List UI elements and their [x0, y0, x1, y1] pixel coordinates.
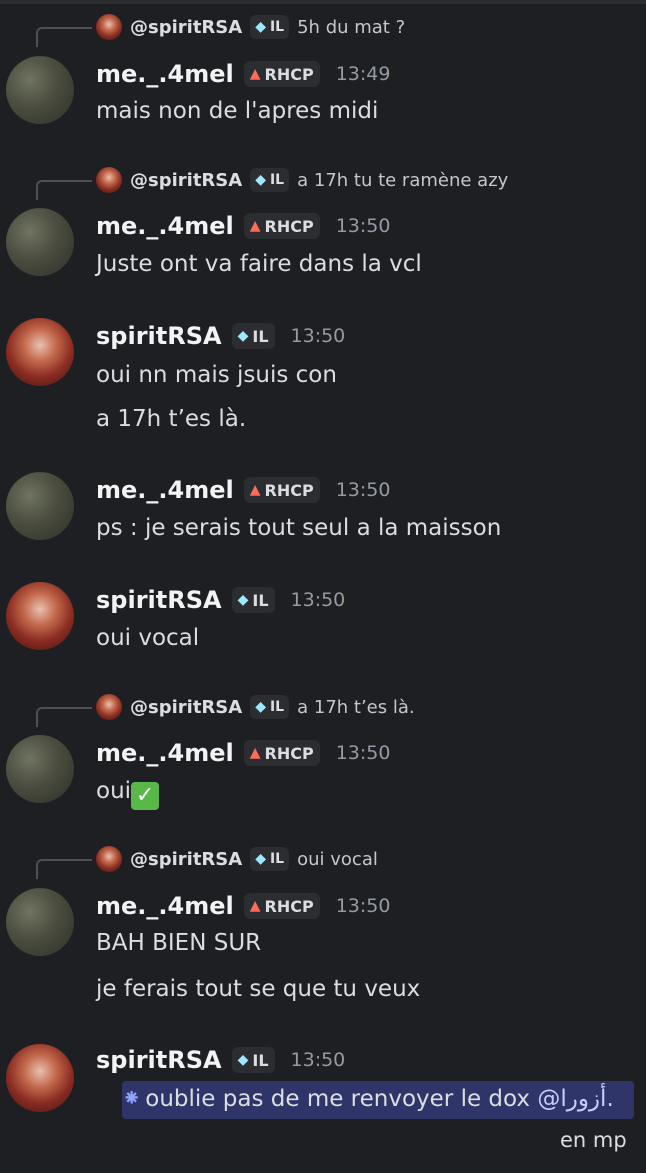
role-tag[interactable]: ▲ RHCP	[243, 61, 320, 87]
reply-avatar	[96, 846, 122, 872]
timestamp: 13:50	[335, 742, 391, 764]
avatar[interactable]	[6, 888, 74, 956]
username[interactable]: spiritRSA	[96, 1046, 222, 1074]
reply-text: 5h du mat ?	[297, 16, 406, 38]
reply-author[interactable]: @spiritRSA	[130, 17, 242, 38]
role-tag[interactable]: ▲ RHCP	[243, 893, 320, 919]
message-header: me._.4mel ▲ RHCP 13:50	[96, 739, 390, 767]
username[interactable]: spiritRSA	[96, 586, 222, 614]
reply-text: a 17h tu te ramène azy	[297, 169, 509, 191]
reply-role-tag: ◆ IL	[250, 695, 290, 719]
flame-icon: ▲	[249, 482, 261, 498]
gem-icon: ◆	[255, 851, 266, 867]
timestamp: 13:50	[335, 215, 391, 237]
message-text: oui vocal	[96, 625, 200, 651]
message-text: oui nn mais jsuis con	[96, 362, 337, 388]
gem-icon: ◆	[255, 19, 266, 35]
reply-connector	[36, 180, 92, 200]
flame-icon: ▲	[249, 898, 261, 914]
gem-icon: ◆	[237, 592, 249, 608]
timestamp: 13:50	[290, 325, 346, 347]
message-text: Juste ont va faire dans la vcl	[96, 251, 422, 277]
reply-role-tag: ◆ IL	[250, 847, 290, 871]
reply-role-tag: ◆ IL	[250, 15, 290, 39]
reply-text: a 17h t’es là.	[297, 696, 415, 718]
message-text: BAH BIEN SUR	[96, 930, 262, 956]
gem-icon: ◆	[237, 328, 249, 344]
timestamp: 13:50	[335, 895, 391, 917]
message-header: me._.4mel ▲ RHCP 13:49	[96, 60, 390, 88]
username[interactable]: me._.4mel	[96, 892, 234, 920]
reply-connector	[36, 27, 92, 47]
reply-preview[interactable]: @spiritRSA ◆ IL oui vocal	[96, 844, 378, 874]
top-edge	[0, 0, 646, 4]
flame-icon: ▲	[249, 218, 261, 234]
username[interactable]: me._.4mel	[96, 476, 234, 504]
message-text: en mp	[560, 1128, 627, 1152]
username[interactable]: spiritRSA	[96, 322, 222, 350]
message-header: me._.4mel ▲ RHCP 13:50	[96, 476, 390, 504]
gem-icon: ◆	[255, 172, 266, 188]
message-text: oui ✓	[96, 778, 160, 810]
message-text: a 17h t’es là.	[96, 406, 247, 432]
role-tag[interactable]: ▲ RHCP	[243, 740, 320, 766]
gem-icon: ◆	[237, 1052, 249, 1068]
username[interactable]: me._.4mel	[96, 739, 234, 767]
reply-connector	[36, 707, 92, 727]
check-emoji-icon: ✓	[131, 782, 160, 810]
avatar[interactable]	[6, 318, 74, 386]
reply-author[interactable]: @spiritRSA	[130, 849, 242, 870]
message-header: me._.4mel ▲ RHCP 13:50	[96, 212, 390, 240]
reply-connector	[36, 859, 92, 879]
message-header: spiritRSA ◆ IL 13:50	[96, 322, 345, 350]
asterisk-icon: ⁕	[122, 1086, 142, 1112]
avatar[interactable]	[6, 735, 74, 803]
reply-avatar	[96, 167, 122, 193]
role-tag[interactable]: ▲ RHCP	[243, 477, 320, 503]
message-header: me._.4mel ▲ RHCP 13:50	[96, 892, 390, 920]
flame-icon: ▲	[249, 66, 261, 82]
role-tag[interactable]: ◆ IL	[231, 1047, 275, 1073]
role-tag[interactable]: ▲ RHCP	[243, 213, 320, 239]
avatar[interactable]	[6, 1044, 74, 1112]
avatar[interactable]	[6, 208, 74, 276]
user-mention[interactable]: @أزورا.	[537, 1086, 613, 1112]
message-text: ⁕ oublie pas de me renvoyer le dox @أزورا…	[122, 1086, 614, 1112]
message-text: mais non de l'apres midi	[96, 98, 379, 124]
role-tag[interactable]: ◆ IL	[231, 587, 275, 613]
username[interactable]: me._.4mel	[96, 60, 234, 88]
reply-avatar	[96, 694, 122, 720]
reply-preview[interactable]: @spiritRSA ◆ IL a 17h tu te ramène azy	[96, 165, 508, 195]
gem-icon: ◆	[255, 699, 266, 715]
reply-role-tag: ◆ IL	[250, 168, 290, 192]
reply-avatar	[96, 14, 122, 40]
timestamp: 13:50	[290, 589, 346, 611]
reply-author[interactable]: @spiritRSA	[130, 170, 242, 191]
avatar[interactable]	[6, 472, 74, 540]
timestamp: 13:50	[335, 479, 391, 501]
role-tag[interactable]: ◆ IL	[231, 323, 275, 349]
username[interactable]: me._.4mel	[96, 212, 234, 240]
message-header: spiritRSA ◆ IL 13:50	[96, 586, 345, 614]
message-text: ps : je serais tout seul a la maisson	[96, 515, 502, 541]
reply-text: oui vocal	[297, 848, 378, 870]
avatar[interactable]	[6, 56, 74, 124]
message-header: spiritRSA ◆ IL 13:50	[96, 1046, 345, 1074]
reply-preview[interactable]: @spiritRSA ◆ IL a 17h t’es là.	[96, 692, 415, 722]
flame-icon: ▲	[249, 745, 261, 761]
message-text: je ferais tout se que tu veux	[96, 976, 421, 1002]
reply-preview[interactable]: @spiritRSA ◆ IL 5h du mat ?	[96, 12, 405, 42]
timestamp: 13:49	[335, 63, 391, 85]
timestamp: 13:50	[290, 1049, 346, 1071]
reply-author[interactable]: @spiritRSA	[130, 697, 242, 718]
avatar[interactable]	[6, 582, 74, 650]
